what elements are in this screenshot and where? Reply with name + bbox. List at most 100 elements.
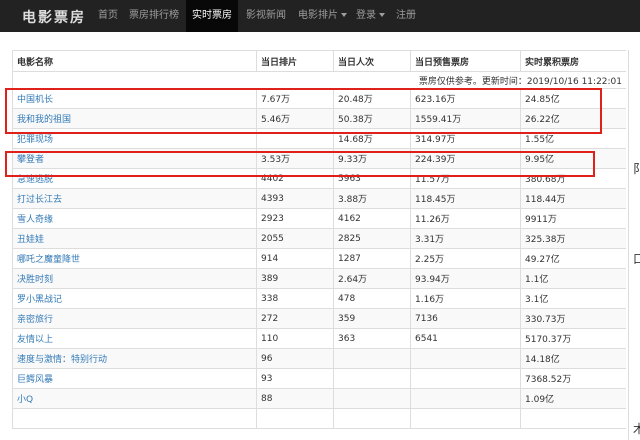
presale-boxoffice-cell [410,368,521,389]
daily-showings-cell: 5.46万 [256,108,334,129]
film-name-cell[interactable]: 小Q [12,388,257,409]
daily-showings-cell: 338 [256,288,334,309]
daily-showings-cell: 96 [256,348,334,369]
cumulative-boxoffice-cell: 1.09亿 [520,388,626,409]
film-name-cell[interactable]: 中国机长 [12,88,257,109]
daily-showings-cell: 3.53万 [256,148,334,169]
daily-attendance-cell [333,388,411,409]
film-name-cell[interactable]: 我和我的祖国 [12,108,257,129]
table-row: 亲密旅行 272 359 7136 330.73万 [12,308,626,329]
daily-showings-cell: 88 [256,388,334,409]
presale-boxoffice-cell: 224.39万 [410,148,521,169]
cumulative-boxoffice-cell: 325.38万 [520,228,626,249]
cumulative-boxoffice-cell: 7368.52万 [520,368,626,389]
cumulative-boxoffice-cell: 5170.37万 [520,328,626,349]
boxoffice-table: 电影名称 当日排片 当日人次 当日预售票房 实时累积票房 票房仅供参考。更新时间… [12,50,626,429]
table-row: 决胜时刻 389 2.64万 93.94万 1.1亿 [12,268,626,289]
film-name-cell[interactable]: 巨鳄风暴 [12,368,257,389]
film-name-cell[interactable]: 哪吒之魔童降世 [12,248,257,269]
table-row: 我和我的祖国 5.46万 50.38万 1559.41万 26.22亿 [12,108,626,129]
film-name-cell[interactable]: 丑娃娃 [12,228,257,249]
presale-boxoffice-cell [410,348,521,369]
table-row: 友情以上 110 363 6541 5170.37万 [12,328,626,349]
table-row: 巨鳄风暴 93 7368.52万 [12,368,626,389]
presale-boxoffice-cell [410,388,521,409]
nav-home[interactable]: 首页 [92,0,124,32]
table-row: 哪吒之魔童降世 914 1287 2.25万 49.27亿 [12,248,626,269]
table-row: 犯罪现场 14.68万 314.97万 1.55亿 [12,128,626,149]
film-name-cell[interactable]: 决胜时刻 [12,268,257,289]
presale-boxoffice-cell: 11.26万 [410,208,521,229]
daily-attendance-cell: 14.68万 [333,128,411,149]
cumulative-boxoffice-cell: 26.22亿 [520,108,626,129]
nav-film-schedule[interactable]: 电影排片 [292,0,353,32]
header-daily-attendance: 当日人次 [333,50,411,72]
daily-showings-cell: 110 [256,328,334,349]
cumulative-boxoffice-cell: 1.1亿 [520,268,626,289]
nav-film-news[interactable]: 影视新闻 [240,0,292,32]
nav-boxoffice-ranking[interactable]: 票房排行榜 [123,0,185,32]
daily-attendance-cell [333,408,411,429]
daily-attendance-cell [333,368,411,389]
daily-attendance-cell: 4162 [333,208,411,229]
daily-attendance-cell: 2825 [333,228,411,249]
daily-showings-cell: 4393 [256,188,334,209]
table-header-row: 电影名称 当日排片 当日人次 当日预售票房 实时累积票房 [12,50,626,72]
daily-attendance-cell: 20.48万 [333,88,411,109]
sidebar-fragment-text: 木 [633,422,640,436]
film-name-cell[interactable]: 速度与激情：特别行动 [12,348,257,369]
cumulative-boxoffice-cell: 3.1亿 [520,288,626,309]
nav-realtime-boxoffice[interactable]: 实时票房 [186,0,238,32]
header-film-name: 电影名称 [12,50,257,72]
daily-showings-cell: 7.67万 [256,88,334,109]
daily-attendance-cell: 359 [333,308,411,329]
daily-showings-cell: 389 [256,268,334,289]
nav-login-label: 登录 [356,10,376,21]
film-name-cell[interactable]: 罗小黑战记 [12,288,257,309]
presale-boxoffice-cell: 93.94万 [410,268,521,289]
chevron-down-icon [379,13,385,17]
daily-showings-cell: 93 [256,368,334,389]
cumulative-boxoffice-cell: 49.27亿 [520,248,626,269]
table-row: 打过长江去 4393 3.88万 118.45万 118.44万 [12,188,626,209]
film-name-cell[interactable]: 打过长江去 [12,188,257,209]
presale-boxoffice-cell: 1.16万 [410,288,521,309]
film-name-cell[interactable]: 攀登者 [12,148,257,169]
film-name-cell[interactable]: 犯罪现场 [12,128,257,149]
nav-film-schedule-label: 电影排片 [298,10,338,21]
presale-boxoffice-cell: 2.25万 [410,248,521,269]
presale-boxoffice-cell: 314.97万 [410,128,521,149]
table-row [12,408,626,429]
header-presale-boxoffice: 当日预售票房 [410,50,521,72]
presale-boxoffice-cell: 11.57万 [410,168,521,189]
daily-showings-cell: 2923 [256,208,334,229]
cumulative-boxoffice-cell: 9.95亿 [520,148,626,169]
presale-boxoffice-cell: 7136 [410,308,521,329]
cumulative-boxoffice-cell: 380.68万 [520,168,626,189]
presale-boxoffice-cell: 1559.41万 [410,108,521,129]
daily-showings-cell [256,408,334,429]
daily-attendance-cell: 3.88万 [333,188,411,209]
daily-attendance-cell: 1287 [333,248,411,269]
nav-register[interactable]: 注册 [390,0,422,32]
header-cumulative-boxoffice: 实时累积票房 [520,50,626,72]
film-name-cell[interactable]: 友情以上 [12,328,257,349]
film-name-cell[interactable] [12,408,257,429]
table-row: 速度与激情：特别行动 96 14.18亿 [12,348,626,369]
daily-attendance-cell: 363 [333,328,411,349]
daily-showings-cell: 2055 [256,228,334,249]
daily-attendance-cell: 9.33万 [333,148,411,169]
cumulative-boxoffice-cell: 330.73万 [520,308,626,329]
site-brand[interactable]: 电影票房 [22,7,86,27]
nav-login[interactable]: 登录 [350,0,391,32]
daily-attendance-cell: 478 [333,288,411,309]
film-name-cell[interactable]: 急速逃脱 [12,168,257,189]
presale-boxoffice-cell: 6541 [410,328,521,349]
daily-attendance-cell: 50.38万 [333,108,411,129]
film-name-cell[interactable]: 雪人奇缘 [12,208,257,229]
cumulative-boxoffice-cell [520,408,626,429]
daily-attendance-cell: 5963 [333,168,411,189]
daily-showings-cell: 4402 [256,168,334,189]
film-name-cell[interactable]: 亲密旅行 [12,308,257,329]
header-daily-showings: 当日排片 [256,50,334,72]
